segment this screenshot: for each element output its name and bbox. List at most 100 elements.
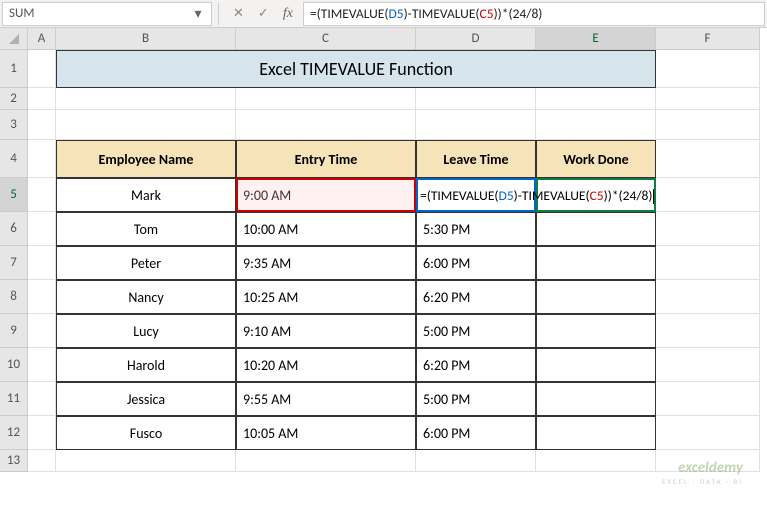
cell-d2[interactable] [416,88,536,110]
cell-d6[interactable]: 5:30 PM [416,212,536,246]
cell-c9[interactable]: 9:10 AM [236,314,416,348]
cell-b6[interactable]: Tom [56,212,236,246]
cell-d10[interactable]: 6:20 PM [416,348,536,382]
cell-a11[interactable] [28,382,56,416]
cell-c8[interactable]: 10:25 AM [236,280,416,314]
row-header-3[interactable]: 3 [0,110,28,140]
cell-c2[interactable] [236,88,416,110]
cell-b13[interactable] [56,450,236,472]
header-work[interactable]: Work Done [536,140,656,178]
formula-input[interactable]: =(TIMEVALUE(D5)-TIMEVALUE(C5))*(24/8) [303,2,765,26]
cell-e10[interactable] [536,348,656,382]
cell-d9[interactable]: 5:00 PM [416,314,536,348]
row-header-5[interactable]: 5 [0,178,28,212]
row-header-1[interactable]: 1 [0,50,28,88]
col-header-c[interactable]: C [236,28,416,50]
confirm-icon[interactable]: ✓ [258,6,269,21]
name-box[interactable]: SUM ▾ [2,2,212,26]
cell-d11[interactable]: 5:00 PM [416,382,536,416]
cell-a7[interactable] [28,246,56,280]
cell-f2[interactable] [656,88,760,110]
row-header-10[interactable]: 10 [0,348,28,382]
cell-b7[interactable]: Peter [56,246,236,280]
header-leave[interactable]: Leave Time [416,140,536,178]
header-entry[interactable]: Entry Time [236,140,416,178]
watermark: exceldemy EXCEL · DATA · BI [662,459,743,486]
col-header-a[interactable]: A [28,28,56,50]
cell-c5[interactable]: 9:00 AM [236,178,416,212]
cell-a8[interactable] [28,280,56,314]
chevron-down-icon[interactable]: ▾ [191,5,205,22]
cell-c6[interactable]: 10:00 AM [236,212,416,246]
cell-e13[interactable] [536,450,656,472]
formula-inline-d5: D5 [499,187,514,204]
cell-d7[interactable]: 6:00 PM [416,246,536,280]
cell-d8[interactable]: 6:20 PM [416,280,536,314]
cell-c11[interactable]: 9:55 AM [236,382,416,416]
col-header-e[interactable]: E [536,28,656,50]
row-header-9[interactable]: 9 [0,314,28,348]
header-employee[interactable]: Employee Name [56,140,236,178]
cell-a13[interactable] [28,450,56,472]
cell-f6[interactable] [656,212,760,246]
cell-f5[interactable] [656,178,760,212]
cell-e9[interactable] [536,314,656,348]
cell-f11[interactable] [656,382,760,416]
cell-f3[interactable] [656,110,760,140]
cell-b8[interactable]: Nancy [56,280,236,314]
select-all-corner[interactable] [0,28,28,50]
col-header-f[interactable]: F [656,28,760,50]
cancel-icon[interactable]: ✕ [233,6,244,21]
cell-d13[interactable] [416,450,536,472]
cell-b11[interactable]: Jessica [56,382,236,416]
cell-c7[interactable]: 9:35 AM [236,246,416,280]
row-header-8[interactable]: 8 [0,280,28,314]
fx-icon[interactable]: fx [283,6,293,22]
row-header-11[interactable]: 11 [0,382,28,416]
cell-c13[interactable] [236,450,416,472]
cell-c3[interactable] [236,110,416,140]
cell-e11[interactable] [536,382,656,416]
row-header-4[interactable]: 4 [0,140,28,178]
cell-a5[interactable] [28,178,56,212]
cell-f8[interactable] [656,280,760,314]
cell-a3[interactable] [28,110,56,140]
cell-b10[interactable]: Harold [56,348,236,382]
cell-f4[interactable] [656,140,760,178]
cell-b12[interactable]: Fusco [56,416,236,450]
cell-a6[interactable] [28,212,56,246]
col-header-b[interactable]: B [56,28,236,50]
cell-e8[interactable] [536,280,656,314]
cell-e7[interactable] [536,246,656,280]
cell-e12[interactable] [536,416,656,450]
cell-a1[interactable] [28,50,56,88]
cell-f9[interactable] [656,314,760,348]
title-cell[interactable]: Excel TIMEVALUE Function [56,50,656,88]
cell-e6[interactable] [536,212,656,246]
cell-f7[interactable] [656,246,760,280]
row-header-6[interactable]: 6 [0,212,28,246]
cell-b5[interactable]: Mark [56,178,236,212]
cell-b3[interactable] [56,110,236,140]
cell-d3[interactable] [416,110,536,140]
cell-f10[interactable] [656,348,760,382]
cell-b2[interactable] [56,88,236,110]
row-header-12[interactable]: 12 [0,416,28,450]
cell-c10[interactable]: 10:20 AM [236,348,416,382]
cell-a4[interactable] [28,140,56,178]
cell-f12[interactable] [656,416,760,450]
cell-c12[interactable]: 10:05 AM [236,416,416,450]
col-header-d[interactable]: D [416,28,536,50]
cell-a9[interactable] [28,314,56,348]
cell-a12[interactable] [28,416,56,450]
row-header-7[interactable]: 7 [0,246,28,280]
row-header-13[interactable]: 13 [0,450,28,472]
cell-a2[interactable] [28,88,56,110]
cell-d12[interactable]: 6:00 PM [416,416,536,450]
cell-b9[interactable]: Lucy [56,314,236,348]
cell-e3[interactable] [536,110,656,140]
cell-a10[interactable] [28,348,56,382]
row-header-2[interactable]: 2 [0,88,28,110]
cell-f1[interactable] [656,50,760,88]
cell-e2[interactable] [536,88,656,110]
